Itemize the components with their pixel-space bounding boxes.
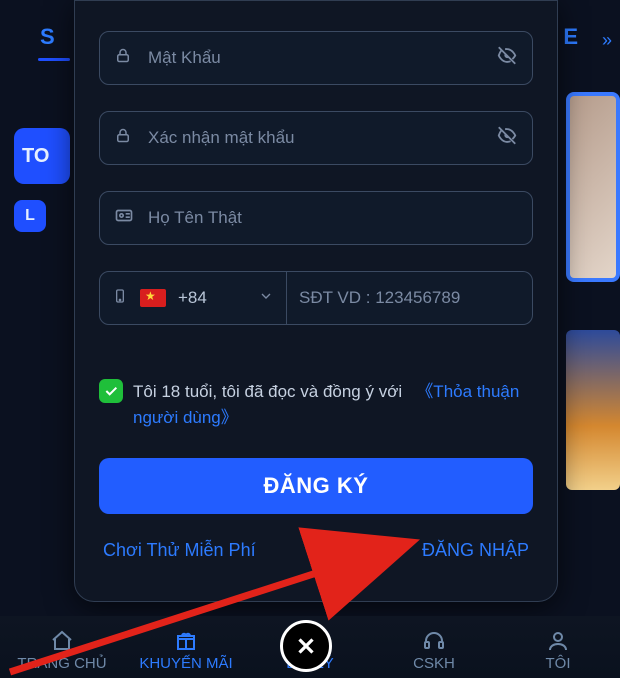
try-free-link[interactable]: Chơi Thử Miễn Phí	[103, 540, 256, 561]
bg-letter-s: S	[40, 24, 55, 50]
bg-chip-to: TO	[14, 128, 70, 184]
phone-input[interactable]	[287, 272, 532, 324]
close-icon	[293, 633, 319, 659]
close-button[interactable]	[280, 620, 332, 672]
headset-icon	[422, 629, 446, 653]
nav-support[interactable]: CSKH	[372, 616, 496, 678]
lock-icon	[114, 47, 132, 70]
eye-off-icon[interactable]	[496, 45, 518, 72]
agreement-row: Tôi 18 tuổi, tôi đã đọc và đồng ý với 《T…	[99, 379, 533, 432]
register-button[interactable]: ĐĂNG KÝ	[99, 458, 533, 514]
nav-me[interactable]: TÔI	[496, 616, 620, 678]
login-link[interactable]: ĐĂNG NHẬP	[422, 540, 529, 561]
confirm-password-field[interactable]	[99, 111, 533, 165]
agreement-text: Tôi 18 tuổi, tôi đã đọc và đồng ý với	[133, 382, 402, 401]
realname-field[interactable]	[99, 191, 533, 245]
phone-field[interactable]	[287, 271, 533, 325]
bg-letter-e: E	[563, 24, 578, 50]
password-field[interactable]	[99, 31, 533, 85]
nav-home-label: TRANG CHỦ	[17, 655, 106, 672]
flag-vn-icon	[140, 289, 166, 307]
user-icon	[546, 629, 570, 653]
agreement-text-wrap: Tôi 18 tuổi, tôi đã đọc và đồng ý với 《T…	[133, 379, 533, 432]
nav-promo-label: KHUYẾN MÃI	[139, 655, 232, 672]
secondary-links: Chơi Thử Miễn Phí ĐĂNG NHẬP	[99, 540, 533, 561]
home-icon	[50, 629, 74, 653]
eye-off-icon[interactable]	[496, 125, 518, 152]
id-card-icon	[114, 206, 134, 231]
realname-input[interactable]	[100, 192, 532, 244]
bg-underline	[38, 58, 70, 61]
nav-support-label: CSKH	[413, 655, 455, 672]
gift-icon	[174, 629, 198, 653]
bg-chip-l: L	[14, 200, 46, 232]
chevron-right-icon: »	[602, 30, 612, 51]
confirm-password-input[interactable]	[100, 112, 532, 164]
register-modal: +84 Tôi 18 tuổi, tôi đã đọc và đồng ý vớ…	[74, 0, 558, 602]
lock-icon	[114, 127, 132, 150]
agreement-checkbox[interactable]	[99, 379, 123, 403]
chevron-down-icon	[258, 288, 274, 309]
nav-home[interactable]: TRANG CHỦ	[0, 616, 124, 678]
nav-promo[interactable]: KHUYẾN MÃI	[124, 616, 248, 678]
password-input[interactable]	[100, 32, 532, 84]
nav-me-label: TÔI	[546, 655, 571, 672]
bg-thumbnail-2	[566, 330, 620, 490]
phone-icon	[112, 285, 128, 312]
bg-thumbnail-1	[566, 92, 620, 282]
country-code-select[interactable]: +84	[99, 271, 287, 325]
phone-row: +84	[99, 271, 533, 325]
country-code: +84	[178, 288, 207, 308]
